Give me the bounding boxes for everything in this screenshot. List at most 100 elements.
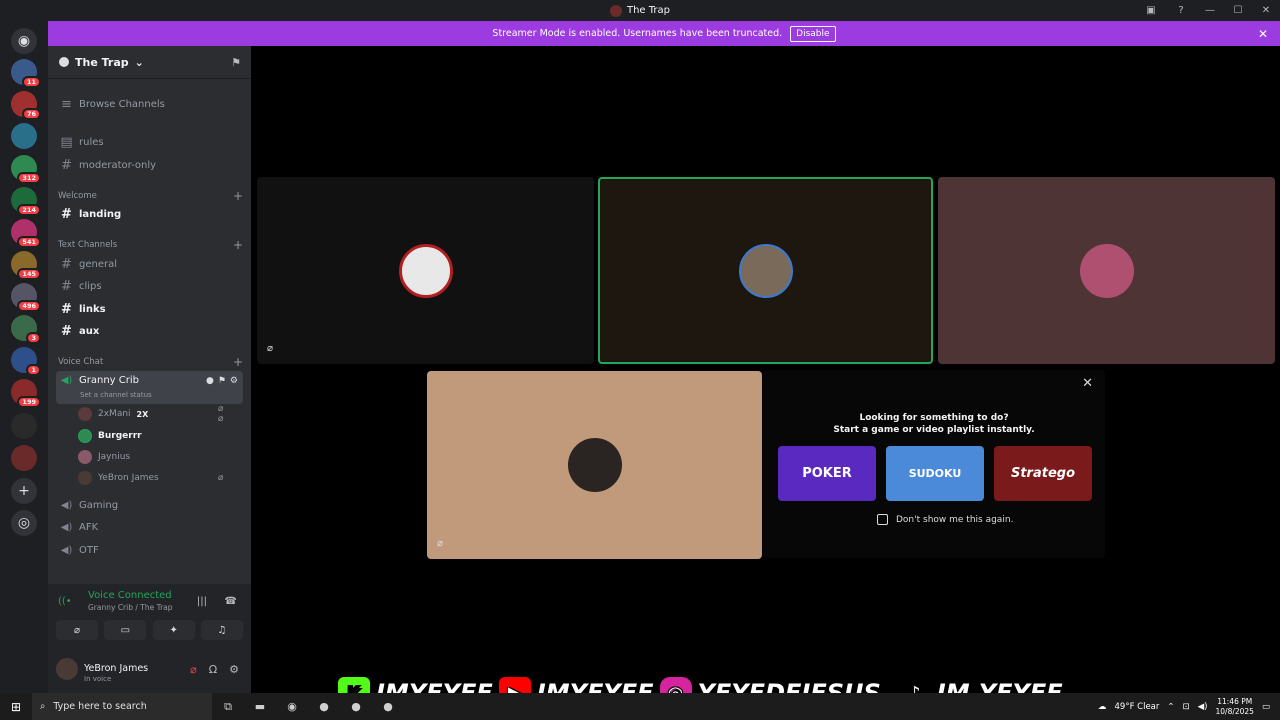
- inbox-icon[interactable]: ▣: [1136, 5, 1166, 16]
- server-icon: [609, 4, 622, 17]
- add-channel-icon[interactable]: +: [233, 190, 243, 202]
- server-icon[interactable]: 214: [11, 187, 41, 216]
- channel-status[interactable]: Set a channel status: [80, 391, 152, 399]
- help-icon[interactable]: ?: [1166, 5, 1196, 16]
- server-icon[interactable]: 3: [11, 315, 41, 344]
- channel-rules[interactable]: ▤ rules: [56, 132, 243, 152]
- user-panel: ((• Voice Connected Granny Crib / The Tr…: [48, 584, 251, 693]
- voice-channel-gaming[interactable]: ◀) Gaming: [56, 495, 243, 515]
- add-server-icon[interactable]: +: [11, 478, 37, 504]
- voice-channel-granny-crib[interactable]: ◀) Granny Crib Set a channel status ● ⚑ ⚙: [56, 371, 243, 404]
- video-tile-speaking[interactable]: [598, 177, 933, 364]
- server-icon[interactable]: 496: [11, 283, 41, 312]
- voice-user[interactable]: YeBron James ⌀: [78, 469, 223, 487]
- server-icon[interactable]: 1: [11, 347, 41, 376]
- headphones-icon[interactable]: Ω: [209, 663, 217, 676]
- network-icon[interactable]: ⊡: [1183, 702, 1190, 712]
- window-title-text: The Trap: [626, 5, 670, 16]
- close-banner-icon[interactable]: ✕: [1258, 27, 1268, 41]
- search-icon: ⌕: [40, 701, 46, 712]
- invite-icon[interactable]: ⚑: [231, 56, 241, 69]
- video-tile[interactable]: ⌀: [257, 177, 594, 364]
- add-channel-icon[interactable]: +: [233, 356, 243, 368]
- tray-overflow-icon[interactable]: ⌃: [1167, 702, 1174, 712]
- server-header[interactable]: The Trap ⌄ ⚑: [48, 46, 251, 79]
- activity-heading-line2: Start a game or video playlist instantly…: [833, 425, 1035, 435]
- channel-general[interactable]: # general: [56, 254, 243, 274]
- gear-icon[interactable]: ⚙: [230, 376, 238, 386]
- disconnect-icon[interactable]: ☎: [225, 596, 237, 607]
- maximize-button[interactable]: ☐: [1224, 5, 1252, 16]
- video-tile[interactable]: [938, 177, 1275, 364]
- server-icon[interactable]: 11: [11, 59, 41, 88]
- disable-streamer-mode-button[interactable]: Disable: [790, 25, 836, 42]
- game-poker-night[interactable]: POKER: [778, 446, 876, 501]
- voice-user[interactable]: Jaynius: [78, 448, 130, 466]
- mic-muted-icon: ⌀ ⌀: [218, 404, 224, 424]
- browse-channels[interactable]: ≡ Browse Channels: [56, 94, 243, 114]
- add-channel-icon[interactable]: +: [233, 239, 243, 251]
- server-icon[interactable]: 145: [11, 251, 41, 280]
- category-welcome[interactable]: Welcome +: [58, 190, 243, 202]
- app-icon[interactable]: ●: [372, 700, 404, 713]
- task-view-icon[interactable]: ⧉: [212, 700, 244, 714]
- channel-links[interactable]: # links: [56, 299, 243, 319]
- unread-badge: 199: [17, 396, 41, 408]
- windows-start-icon[interactable]: ⊞: [0, 700, 32, 714]
- screen-share-button[interactable]: ▭: [104, 620, 147, 640]
- app-icon[interactable]: ●: [340, 700, 372, 713]
- unread-badge: 496: [17, 300, 41, 312]
- game-sudoku[interactable]: SUDOKU: [886, 446, 984, 501]
- hash-icon: #: [61, 256, 72, 272]
- category-voice-chat[interactable]: Voice Chat +: [58, 356, 243, 368]
- file-explorer-icon[interactable]: ▬: [244, 700, 276, 713]
- game-stratego[interactable]: Stratego: [994, 446, 1092, 501]
- current-user[interactable]: YeBron James In voice ⌀ Ω ⚙: [56, 654, 243, 684]
- app-icon[interactable]: ●: [308, 700, 340, 713]
- taskbar-search[interactable]: ⌕ Type here to search: [32, 693, 212, 720]
- system-clock[interactable]: 11:46 PM 10/8/2025: [1216, 697, 1254, 717]
- discord-icon[interactable]: ◉: [276, 700, 308, 713]
- weather-text[interactable]: 49°F Clear: [1115, 702, 1160, 712]
- activity-button[interactable]: ✦: [152, 620, 195, 640]
- close-icon[interactable]: ✕: [1082, 376, 1093, 391]
- chat-icon[interactable]: ●: [206, 376, 214, 386]
- checkbox-icon[interactable]: [877, 514, 888, 525]
- mic-muted-icon[interactable]: ⌀: [190, 663, 197, 676]
- camera-button[interactable]: ⌀: [56, 620, 98, 640]
- unread-badge: 214: [17, 204, 41, 216]
- channel-moderator-only[interactable]: # moderator-only: [56, 155, 243, 175]
- gear-icon[interactable]: ⚙: [229, 663, 239, 676]
- voice-channel-otf[interactable]: ◀) OTF: [56, 540, 243, 560]
- activity-heading: Looking for something to do? Start a gam…: [763, 412, 1105, 436]
- channel-landing[interactable]: # landing: [56, 204, 243, 224]
- server-icon[interactable]: 312: [11, 155, 41, 184]
- soundboard-button[interactable]: ♫: [200, 620, 243, 640]
- dont-show-checkbox[interactable]: Don't show me this again.: [877, 514, 1013, 525]
- invite-icon[interactable]: ⚑: [218, 376, 226, 386]
- voice-user-name: Jaynius: [98, 452, 131, 462]
- unread-badge: 11: [21, 76, 41, 88]
- server-icon[interactable]: [11, 445, 37, 471]
- server-icon[interactable]: [11, 123, 37, 149]
- voice-channel-afk[interactable]: ◀) AFK: [56, 517, 243, 537]
- voice-user[interactable]: 2xMani 2X ⌀ ⌀: [78, 404, 223, 424]
- channel-clips[interactable]: # clips: [56, 276, 243, 296]
- voice-channel-label: Gaming: [79, 499, 119, 511]
- server-icon[interactable]: 76: [11, 91, 41, 120]
- channel-aux[interactable]: # aux: [56, 321, 243, 341]
- close-window-button[interactable]: ✕: [1252, 5, 1280, 16]
- voice-user[interactable]: Burgerrr: [78, 427, 142, 445]
- server-icon[interactable]: 541: [11, 219, 41, 248]
- voice-connection-status[interactable]: Voice Connected Granny Crib / The Trap: [88, 590, 173, 612]
- noise-suppression-icon[interactable]: |||: [197, 596, 207, 607]
- category-text-channels[interactable]: Text Channels +: [58, 239, 243, 251]
- server-icon[interactable]: 199: [11, 379, 41, 408]
- notifications-icon[interactable]: ▭: [1262, 702, 1270, 712]
- discover-icon[interactable]: ◎: [11, 510, 37, 536]
- minimize-button[interactable]: —: [1196, 5, 1224, 16]
- video-tile[interactable]: ⌀: [427, 371, 762, 559]
- direct-messages-icon[interactable]: ◉: [11, 28, 37, 54]
- volume-icon[interactable]: ◀): [1198, 702, 1208, 712]
- server-icon[interactable]: [11, 413, 37, 439]
